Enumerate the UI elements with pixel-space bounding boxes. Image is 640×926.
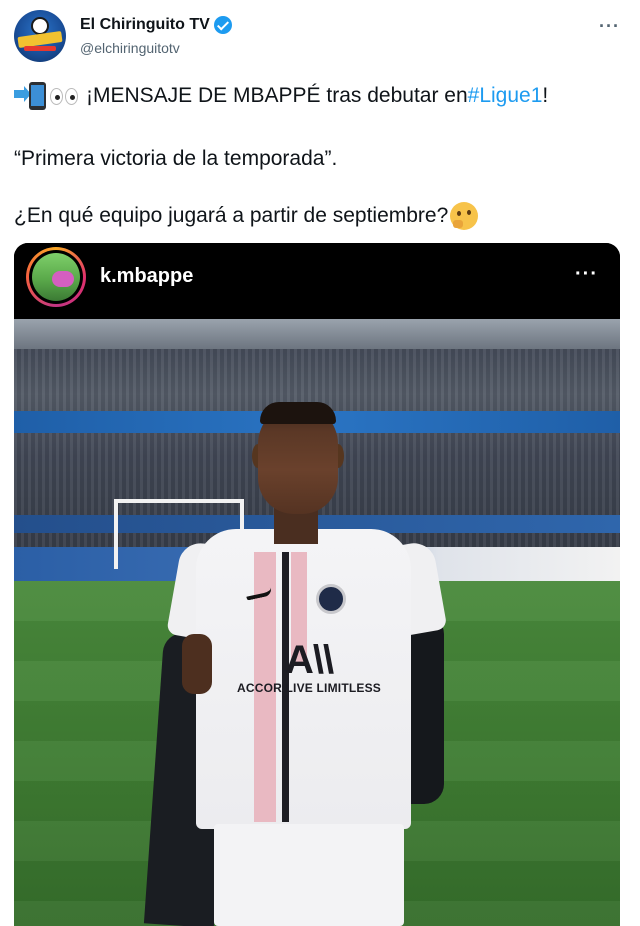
tweet-text-question: ¿En qué equipo jugará a partir de septie… bbox=[14, 204, 449, 227]
tweet-header: El Chiringuito TV @elchiringuitotv ··· bbox=[14, 10, 626, 66]
tweet-text-quote: “Primera victoria de la temporada”. bbox=[14, 147, 338, 170]
eyes-icon bbox=[50, 87, 78, 105]
sponsor-text: ACCOR LIVE LIMITLESS bbox=[236, 681, 381, 695]
thinking-face-icon bbox=[450, 202, 479, 230]
post-photo[interactable]: A\\ ACCOR LIVE LIMITLESS bbox=[14, 319, 620, 926]
tweet-text-end: ! bbox=[542, 84, 549, 107]
club-crest-icon bbox=[316, 584, 346, 614]
tweet-text-line-1: ¡MENSAJE DE MBAPPÉ tras debutar en #Ligu… bbox=[14, 82, 626, 110]
instagram-post-header: k.mbappe ··· bbox=[14, 243, 620, 319]
tweet-text-main: ¡MENSAJE DE MBAPPÉ tras debutar en bbox=[86, 84, 468, 107]
hashtag-link[interactable]: #Ligue1 bbox=[468, 82, 543, 110]
instagram-avatar[interactable] bbox=[26, 247, 86, 307]
verified-badge-icon bbox=[213, 16, 232, 34]
player-figure: A\\ ACCOR LIVE LIMITLESS bbox=[143, 402, 474, 926]
mobile-phone-arrow-icon bbox=[14, 82, 48, 110]
shirt-sponsor: A\\ ACCOR LIVE LIMITLESS bbox=[234, 639, 384, 695]
embedded-instagram-post[interactable]: k.mbappe ··· A\\ ACCOR LIVE LIMITLESS bbox=[14, 243, 620, 926]
instagram-username[interactable]: k.mbappe bbox=[100, 265, 193, 288]
tweet-text-line-3: ¿En qué equipo jugará a partir de septie… bbox=[14, 202, 626, 230]
display-name[interactable]: El Chiringuito TV bbox=[80, 16, 210, 34]
more-options-icon[interactable]: ··· bbox=[599, 16, 620, 37]
avatar[interactable] bbox=[14, 10, 66, 62]
instagram-more-icon[interactable]: ··· bbox=[575, 263, 598, 286]
sponsor-logo: A\\ bbox=[284, 638, 334, 682]
author-name-row[interactable]: El Chiringuito TV bbox=[80, 16, 232, 34]
author-handle[interactable]: @elchiringuitotv bbox=[80, 40, 180, 56]
tweet: El Chiringuito TV @elchiringuitotv ··· ¡… bbox=[0, 0, 640, 926]
